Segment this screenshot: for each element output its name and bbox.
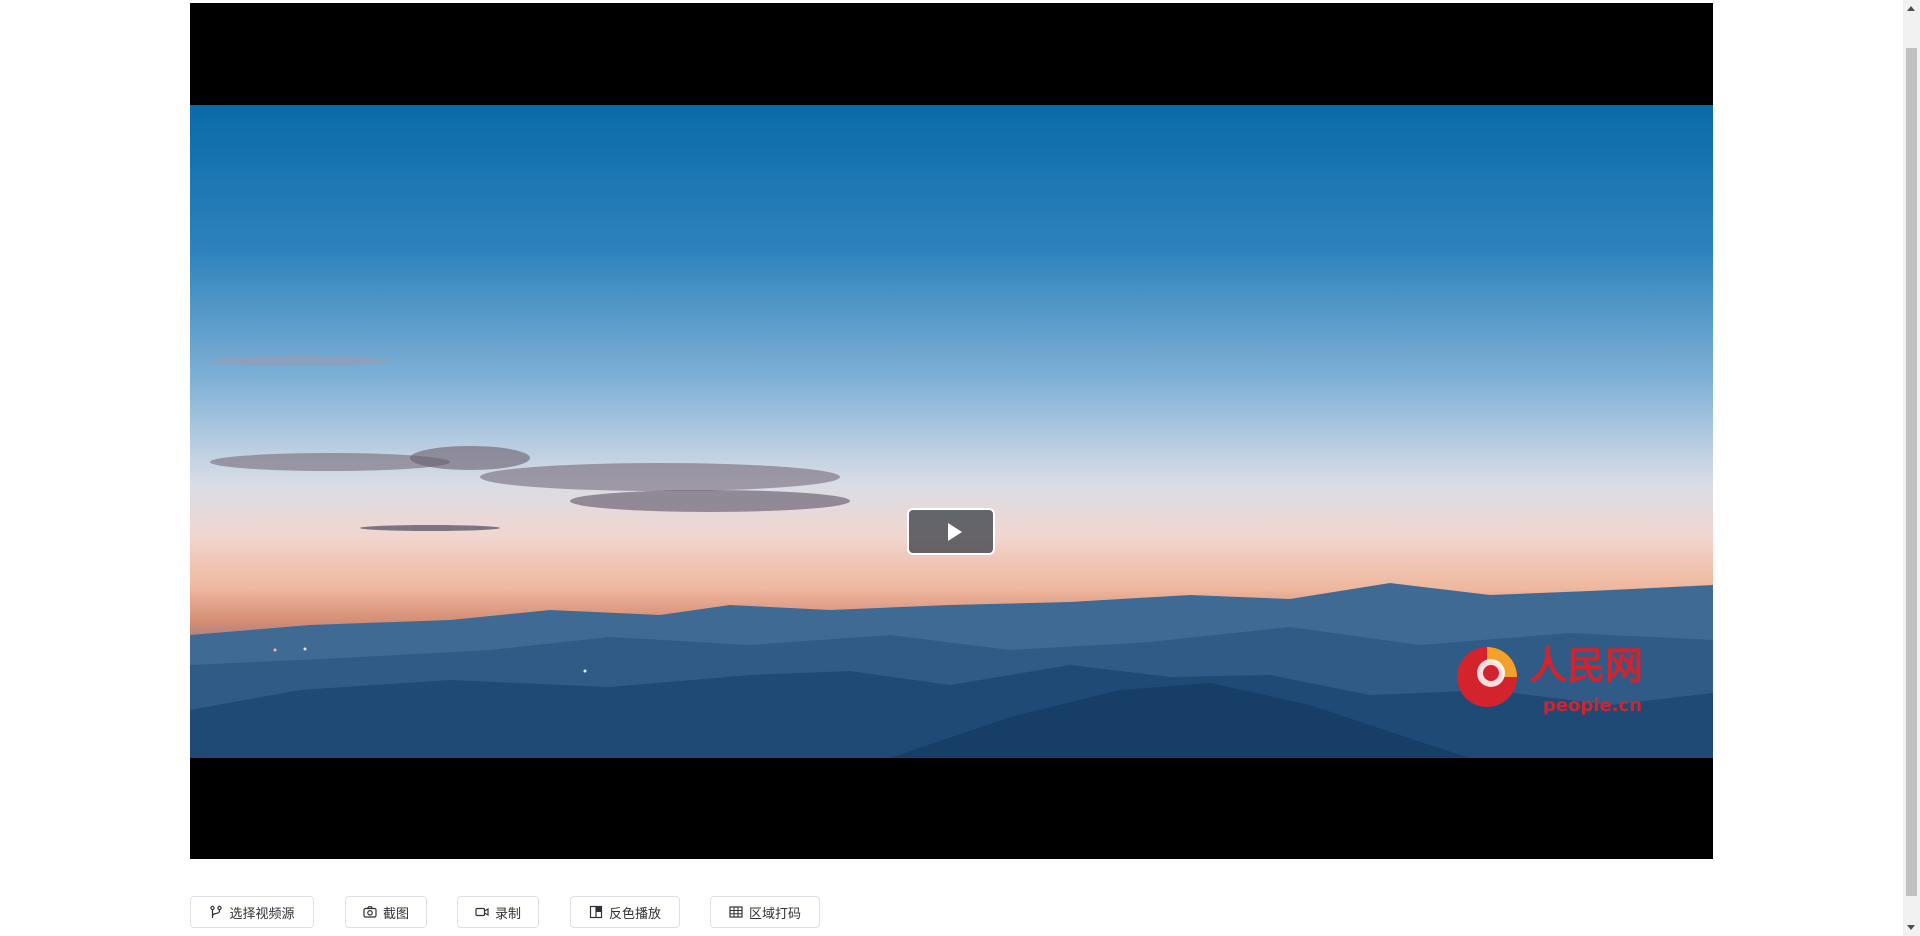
select-video-source-button[interactable]: 选择视频源 — [190, 896, 314, 928]
video-player[interactable]: 人民网 people.cn — [190, 3, 1713, 859]
screenshot-button[interactable]: 截图 — [345, 896, 427, 928]
camera-icon — [363, 906, 377, 918]
invert-color-play-button[interactable]: 反色播放 — [570, 896, 680, 928]
invert-color-play-label: 反色播放 — [608, 905, 661, 921]
invert-icon — [589, 905, 603, 919]
scrollbar-thumb[interactable] — [1906, 48, 1917, 896]
svg-text:人民网: 人民网 — [1529, 644, 1643, 688]
select-video-source-label: 选择视频源 — [229, 905, 295, 921]
big-play-button[interactable] — [907, 508, 995, 555]
screenshot-label: 截图 — [382, 905, 409, 921]
record-label: 录制 — [494, 905, 521, 921]
region-mosaic-label: 区域打码 — [748, 905, 801, 921]
branch-icon — [210, 905, 223, 918]
svg-text:people.cn: people.cn — [1543, 695, 1642, 716]
region-mosaic-button[interactable]: 区域打码 — [710, 896, 820, 928]
page-scrollbar[interactable] — [1903, 0, 1920, 936]
video-frame: 人民网 people.cn — [190, 105, 1713, 758]
people-cn-logo-icon — [1457, 647, 1517, 707]
record-button[interactable]: 录制 — [457, 896, 539, 928]
video-camera-icon — [475, 907, 489, 917]
play-icon — [948, 523, 962, 541]
scroll-down-arrow-icon[interactable] — [1907, 925, 1915, 930]
people-cn-watermark: 人民网 people.cn — [1457, 644, 1643, 716]
scroll-up-arrow-icon[interactable] — [1907, 6, 1915, 11]
grid-icon — [729, 906, 743, 918]
